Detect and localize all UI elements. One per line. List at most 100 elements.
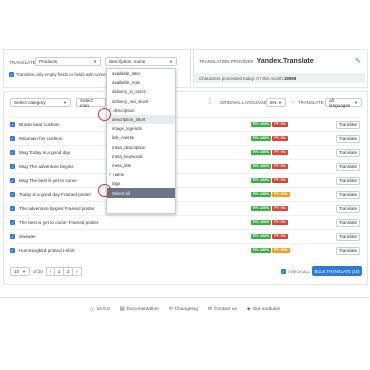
language-badges: FR: 100% PT: 0% (251, 234, 289, 239)
chevron-down-icon: ▼ (93, 59, 97, 64)
row-checkbox[interactable]: ✓ (10, 248, 15, 253)
contact-link[interactable]: ✉ Contact us (208, 307, 237, 312)
documentation-link[interactable]: ▤ Documentation (120, 307, 159, 312)
dropdown-option-link-rewrite[interactable]: link_rewrite (107, 133, 175, 142)
next-page-button[interactable]: › (73, 267, 82, 276)
dropdown-option-available-later[interactable]: available_later (107, 69, 175, 78)
translate-button[interactable]: Translate (336, 176, 360, 185)
language-badge: FR: 100% (251, 164, 272, 169)
original-language-select[interactable]: EN ▼ (266, 98, 286, 107)
table-row: ✓ The adventure begins Framed poster FR: 1… (10, 201, 360, 215)
language-badge: PT: 0% (272, 220, 288, 225)
page-2-button[interactable]: 2 (64, 267, 73, 276)
translate-button[interactable]: Translate (336, 190, 360, 199)
prev-page-button[interactable]: ‹ (46, 267, 55, 276)
cube-icon: ◈ (246, 307, 251, 312)
dropdown-option-label: image_legends (112, 126, 142, 132)
select-all-button[interactable]: Select all (107, 188, 175, 198)
product-name: Mug The adventure begins (19, 164, 74, 169)
row-checkbox[interactable]: ✓ (10, 220, 15, 225)
language-badge: FR: 100% (251, 206, 272, 211)
dropdown-option-label: meta_title (112, 162, 132, 168)
dropdown-option-meta-title[interactable]: meta_title (107, 161, 175, 170)
product-name: Hummingbird printed t-shirt (19, 248, 75, 253)
entity-select[interactable]: Products ▼ (35, 57, 101, 66)
changelog-link[interactable]: ⟲ Changelog (169, 307, 198, 312)
language-badges: FR: 100% PT: 0% (251, 206, 289, 211)
bulk-translate-button[interactable]: BULK TRANSLATE (10) (312, 266, 362, 276)
only-empty-checkbox[interactable]: ✓ (9, 72, 14, 77)
info-icon: ⓘ (89, 308, 95, 313)
dropdown-option-available-now[interactable]: available_now (107, 78, 175, 87)
product-name: Brown bear cushion (19, 122, 60, 127)
dropdown-option-label: meta_keywords (112, 153, 143, 159)
language-badge: PT: 0% (272, 136, 288, 141)
translate-button[interactable]: Translate (336, 204, 360, 213)
pagination: ‹ 1 2 › (46, 267, 82, 276)
translate-button[interactable]: Translate (336, 218, 360, 227)
check-all-checkbox[interactable]: ✓ (281, 269, 286, 274)
info-text: Translate only empty fields or fields wi… (16, 72, 110, 77)
manufacturer-select[interactable]: Select man (76, 98, 106, 108)
language-badge: PT: 0% (272, 122, 288, 127)
language-badge: PT: 0% (272, 178, 288, 183)
category-select[interactable]: Select category ▼ (10, 98, 71, 107)
language-badge: PT: 50% (272, 192, 290, 197)
dropdown-option-meta-description[interactable]: meta_description (107, 143, 175, 152)
language-badges: FR: 100% PT: 50% (251, 248, 291, 253)
modules-link[interactable]: ◈ Our modules (247, 307, 280, 312)
translate-to-select[interactable]: All languages ▼ (325, 98, 362, 108)
dropdown-option-label: available_later (112, 71, 141, 77)
table-row: ✓ The best is yet to come' Framed poster F… (10, 215, 360, 229)
dropdown-option-label: delivery_out_stock (112, 98, 149, 104)
dropdown-option-delivery-out-stock[interactable]: delivery_out_stock (107, 97, 175, 106)
page-1-button[interactable]: 1 (55, 267, 64, 276)
row-checkbox[interactable]: ✓ (10, 122, 15, 127)
fields-select[interactable]: description, name ▼ (105, 57, 177, 66)
dropdown-option-label: link_rewrite (112, 135, 135, 141)
language-badge: PT: 50% (272, 248, 290, 253)
version-link[interactable]: ⓘ v3.0.0 (90, 306, 110, 313)
row-checkbox[interactable]: ✓ (10, 192, 15, 197)
row-checkbox[interactable]: ✓ (10, 164, 15, 169)
row-checkbox[interactable]: ✓ (10, 234, 15, 239)
table-row: ✓ Mug The best is yet to come FR: 100% PT: … (10, 173, 360, 187)
translate-button[interactable]: Translate (336, 120, 360, 129)
translate-button[interactable]: Translate (336, 148, 360, 157)
dropdown-option-description[interactable]: ✓ description (107, 106, 175, 115)
language-badge: FR: 100% (251, 220, 272, 225)
translate-button[interactable]: Translate (336, 162, 360, 171)
product-name: Mountain fox cushion (19, 136, 63, 141)
edit-icon[interactable]: ✎ (355, 57, 361, 65)
row-checkbox[interactable]: ✓ (10, 150, 15, 155)
translate-button[interactable]: Translate (336, 232, 360, 241)
provider-header: TRANSLATION PROVIDER Yandex.Translate (199, 58, 314, 65)
check-icon: ✓ (108, 171, 113, 178)
language-badge: FR: 100% (251, 248, 272, 253)
row-checkbox[interactable]: ✓ (10, 178, 15, 183)
translate-button[interactable]: Translate (336, 246, 360, 255)
dropdown-option-image-legends[interactable]: image_legends (107, 124, 175, 133)
fields-dropdown: available_later available_now delivery_in_… (106, 68, 176, 214)
check-all[interactable]: ✓ CHECK ALL (281, 269, 310, 274)
row-checkbox[interactable]: ✓ (10, 136, 15, 141)
product-name: The adventure begins Framed poster (19, 206, 95, 211)
table-row: ✓ Today is a good day Framed poster FR: 10… (10, 187, 360, 201)
dropdown-option-description-short[interactable]: description_short (107, 114, 175, 125)
info-row: ✓ Translate only empty fields or fields … (9, 72, 109, 77)
highlight-circle-name (98, 184, 111, 197)
translate-button[interactable]: Translate (336, 134, 360, 143)
dropdown-option-name[interactable]: ✓ name (107, 170, 175, 179)
dropdown-option-delivery-in-stock[interactable]: delivery_in_stock (107, 87, 175, 96)
dropdown-option-tags[interactable]: tags (107, 179, 175, 188)
per-page-select[interactable]: 10 ▼ (10, 267, 30, 276)
dropdown-option-label: name (113, 172, 125, 178)
per-page-value: 10 (14, 269, 20, 274)
row-checkbox[interactable]: ✓ (10, 206, 15, 211)
dropdown-option-meta-keywords[interactable]: meta_keywords (107, 152, 175, 161)
changelog-icon: ⟲ (168, 307, 173, 312)
provider-label: TRANSLATION PROVIDER (199, 59, 254, 64)
more-options-icon[interactable]: ⋮ (207, 98, 213, 105)
document-icon: ▤ (119, 307, 125, 312)
dropdown-option-label: available_now (112, 80, 140, 86)
